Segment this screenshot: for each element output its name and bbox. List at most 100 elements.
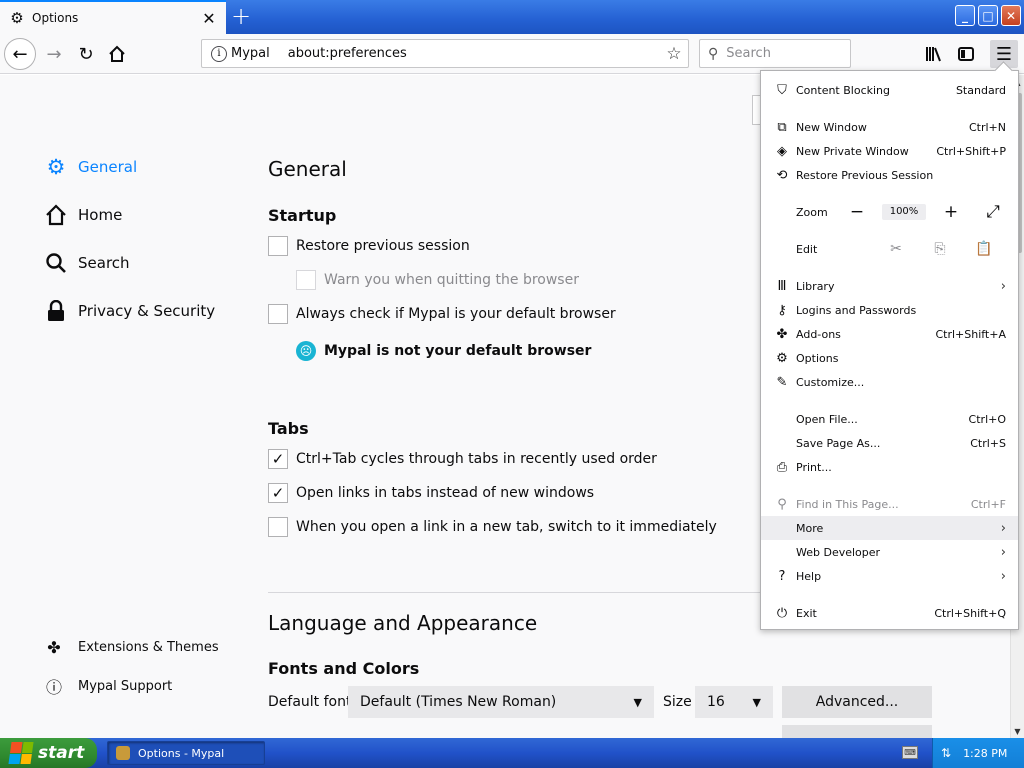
search-input[interactable]: ⚲ Search	[699, 39, 851, 68]
app-menu-panel: ⛉ Content Blocking Standard ⧉ New Window…	[760, 70, 1019, 630]
tabs-heading: Tabs	[268, 419, 309, 438]
zoom-out-button[interactable]: −	[844, 202, 870, 222]
menu-zoom: Zoom − 100% + ⤢	[761, 200, 1018, 224]
checkbox-label: Always check if Mypal is your default br…	[296, 306, 616, 322]
sad-face-icon: ☹	[296, 341, 316, 361]
extensions-themes-link[interactable]: ✤ Extensions & Themes	[44, 635, 219, 659]
checkbox-box[interactable]	[296, 270, 316, 290]
link-label: Extensions & Themes	[78, 639, 219, 655]
menu-help[interactable]: ? Help ›	[761, 564, 1018, 588]
tab-title: Options	[32, 11, 79, 25]
menu-shortcut: Ctrl+Shift+Q	[934, 606, 1006, 620]
url-bar[interactable]: i Mypal about:preferences ☆	[201, 39, 689, 68]
checkbox-box[interactable]	[268, 517, 288, 537]
scroll-down-icon[interactable]: ▼	[1011, 724, 1024, 738]
menu-library[interactable]: Ⅲ Library ›	[761, 274, 1018, 298]
menu-content-blocking[interactable]: ⛉ Content Blocking Standard	[761, 78, 1018, 102]
category-general[interactable]: ⚙ General	[44, 155, 138, 179]
menu-save-page[interactable]: Save Page As... Ctrl+S	[761, 431, 1018, 455]
minimize-button[interactable]: _	[955, 5, 975, 26]
menu-restore-session[interactable]: ⟲ Restore Previous Session	[761, 163, 1018, 187]
taskbar-item-mypal[interactable]: Options - Mypal	[107, 741, 265, 765]
warn-quit-checkbox[interactable]: Warn you when quitting the browser	[296, 270, 579, 290]
chevron-down-icon: ▼	[752, 695, 761, 709]
paste-icon[interactable]: 📋	[962, 241, 1006, 257]
copy-icon[interactable]: ⎘	[918, 241, 962, 257]
switch-to-tab-checkbox[interactable]: When you open a link in a new tab, switc…	[268, 517, 717, 537]
task-label: Options - Mypal	[138, 746, 225, 760]
clock[interactable]: 1:28 PM	[963, 747, 1007, 760]
menu-options[interactable]: ⚙ Options	[761, 346, 1018, 370]
start-button[interactable]: start	[0, 738, 97, 768]
section-divider	[268, 592, 768, 593]
close-window-button[interactable]: ✕	[1001, 5, 1021, 26]
url-text[interactable]: about:preferences	[288, 46, 660, 61]
menu-open-file[interactable]: Open File... Ctrl+O	[761, 407, 1018, 431]
home-button[interactable]	[101, 38, 133, 70]
menu-shortcut: Ctrl+Shift+P	[936, 144, 1006, 158]
zoom-reset-button[interactable]: 100%	[882, 204, 926, 220]
colors-button[interactable]	[782, 725, 932, 738]
gear-icon: ⚙	[10, 9, 24, 27]
close-tab-icon[interactable]: ✕	[196, 5, 222, 31]
bookmark-star-icon[interactable]: ☆	[660, 44, 688, 64]
menu-label: Content Blocking	[796, 83, 891, 97]
library-button[interactable]	[918, 38, 950, 70]
checkbox-box[interactable]: ✓	[268, 449, 288, 469]
checkbox-label: Ctrl+Tab cycles through tabs in recently…	[296, 451, 657, 467]
category-home[interactable]: Home	[44, 203, 122, 227]
menu-shortcut: Ctrl+Shift+A	[935, 327, 1006, 341]
menu-label: Restore Previous Session	[796, 168, 934, 182]
menu-new-private-window[interactable]: ◈ New Private Window Ctrl+Shift+P	[761, 139, 1018, 163]
key-icon: ⚷	[777, 302, 787, 318]
puzzle-icon: ✤	[47, 637, 61, 657]
menu-addons[interactable]: ✤ Add-ons Ctrl+Shift+A	[761, 322, 1018, 346]
chevron-right-icon: ›	[1000, 520, 1006, 536]
maximize-button[interactable]: □	[978, 5, 998, 26]
restore-session-checkbox[interactable]: Restore previous session	[268, 236, 470, 256]
fullscreen-icon[interactable]: ⤢	[980, 202, 1006, 222]
category-privacy[interactable]: Privacy & Security	[44, 299, 215, 323]
category-search[interactable]: Search	[44, 251, 130, 275]
menu-label: Web Developer	[796, 545, 881, 559]
keyboard-icon[interactable]: ⌨	[902, 746, 918, 759]
menu-print[interactable]: ⎙ Print...	[761, 455, 1018, 479]
site-identity[interactable]: Mypal	[231, 46, 270, 61]
checkbox-box[interactable]: ✓	[268, 483, 288, 503]
network-icon[interactable]: ⇅	[941, 746, 951, 760]
menu-label: Save Page As...	[796, 436, 881, 450]
category-label: Search	[78, 254, 130, 272]
menu-find-in-page[interactable]: ⚲ Find in This Page... Ctrl+F	[761, 492, 1018, 516]
default-font-select[interactable]: Default (Times New Roman) ▼	[348, 686, 654, 718]
info-icon[interactable]: i	[211, 45, 227, 62]
home-icon	[44, 203, 68, 227]
default-browser-checkbox[interactable]: Always check if Mypal is your default br…	[268, 304, 616, 324]
checkbox-label: Restore previous session	[296, 238, 470, 254]
menu-customize[interactable]: ✎ Customize...	[761, 370, 1018, 394]
menu-shortcut: Ctrl+N	[968, 120, 1006, 134]
new-tab-button[interactable]: +	[228, 2, 254, 30]
tab-options[interactable]: ⚙ Options ✕	[0, 0, 226, 34]
support-link[interactable]: ⓘ Mypal Support	[44, 674, 172, 698]
help-icon: ⓘ	[45, 678, 62, 697]
menu-new-window[interactable]: ⧉ New Window Ctrl+N	[761, 115, 1018, 139]
cut-icon[interactable]: ✂	[874, 241, 918, 257]
checkbox-box[interactable]	[268, 236, 288, 256]
menu-label: Library	[796, 279, 835, 293]
menu-exit[interactable]: ⏻ Exit Ctrl+Shift+Q	[761, 601, 1018, 625]
open-links-tabs-checkbox[interactable]: ✓ Open links in tabs instead of new wind…	[268, 483, 594, 503]
reload-button[interactable]: ↻	[70, 38, 102, 70]
menu-more[interactable]: More ›	[761, 516, 1018, 540]
forward-button[interactable]: →	[38, 38, 70, 70]
ctrl-tab-checkbox[interactable]: ✓ Ctrl+Tab cycles through tabs in recent…	[268, 449, 657, 469]
zoom-in-button[interactable]: +	[938, 202, 964, 222]
back-button[interactable]: ←	[4, 38, 36, 70]
title-bar: ⚙ Options ✕ + _ □ ✕	[0, 0, 1024, 34]
menu-logins[interactable]: ⚷ Logins and Passwords	[761, 298, 1018, 322]
sidebar-toggle-button[interactable]	[950, 38, 982, 70]
font-size-select[interactable]: 16 ▼	[695, 686, 773, 718]
checkbox-box[interactable]	[268, 304, 288, 324]
advanced-fonts-button[interactable]: Advanced...	[782, 686, 932, 718]
menu-label: Logins and Passwords	[796, 303, 917, 317]
menu-web-developer[interactable]: Web Developer ›	[761, 540, 1018, 564]
